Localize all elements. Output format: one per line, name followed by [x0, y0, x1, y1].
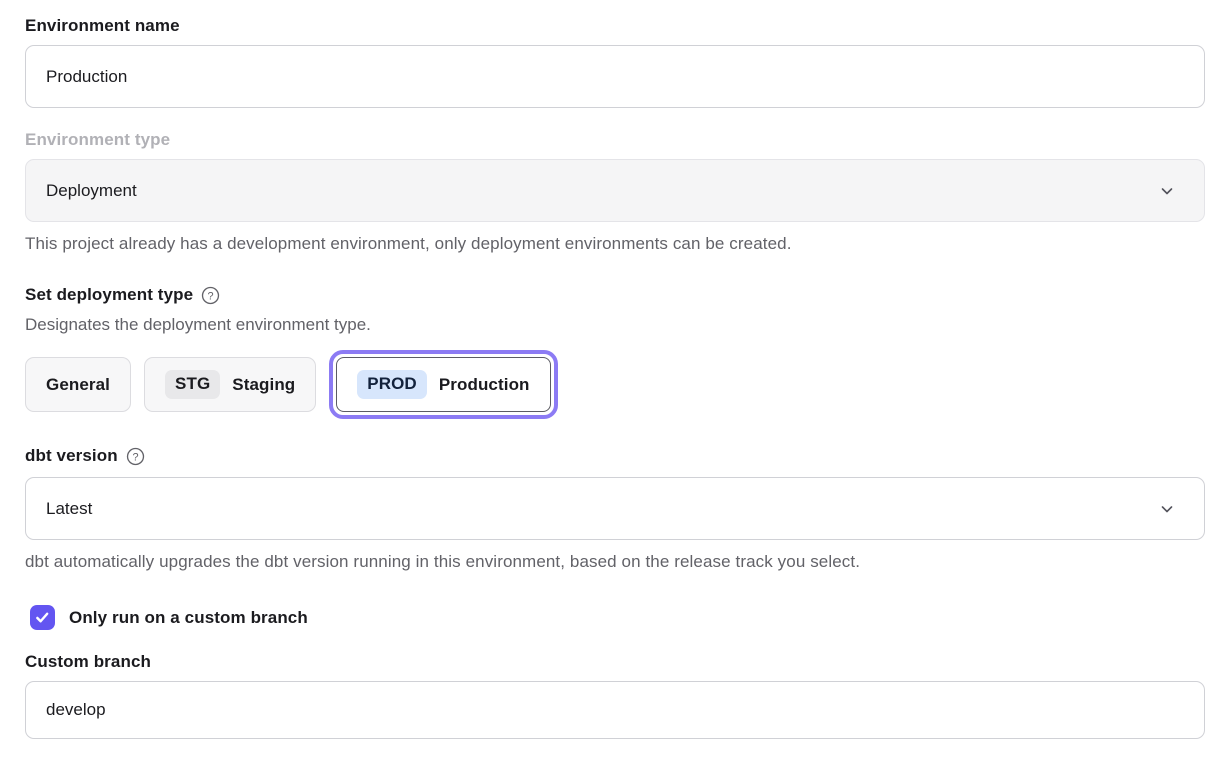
svg-text:?: ? — [208, 290, 214, 302]
environment-type-value: Deployment — [46, 181, 137, 201]
custom-branch-checkbox[interactable] — [30, 605, 55, 630]
chevron-down-icon — [1159, 501, 1175, 517]
chevron-down-icon — [1159, 183, 1175, 199]
dbt-version-label: dbt version — [25, 446, 118, 466]
svg-text:?: ? — [132, 451, 138, 463]
production-badge: PROD — [357, 370, 427, 399]
environment-type-select[interactable]: Deployment — [25, 159, 1205, 222]
custom-branch-checkbox-label: Only run on a custom branch — [69, 608, 308, 628]
dbt-version-select[interactable]: Latest — [25, 477, 1205, 540]
deployment-type-options: General STG Staging PROD Production — [25, 350, 1205, 419]
production-selected-ring: PROD Production — [329, 350, 557, 419]
deployment-type-staging-button[interactable]: STG Staging — [144, 357, 316, 412]
deployment-type-general-button[interactable]: General — [25, 357, 131, 412]
environment-type-helper: This project already has a development e… — [25, 234, 1205, 254]
production-button-label: Production — [439, 375, 530, 395]
general-button-label: General — [46, 375, 110, 395]
help-icon[interactable]: ? — [201, 286, 220, 305]
dbt-version-value: Latest — [46, 499, 92, 519]
staging-button-label: Staging — [232, 375, 295, 395]
dbt-version-helper: dbt automatically upgrades the dbt versi… — [25, 552, 1205, 572]
environment-type-label: Environment type — [25, 130, 1205, 150]
deployment-type-description: Designates the deployment environment ty… — [25, 315, 1205, 335]
custom-branch-input[interactable] — [25, 681, 1205, 739]
staging-badge: STG — [165, 370, 220, 399]
help-icon[interactable]: ? — [126, 447, 145, 466]
environment-name-label: Environment name — [25, 16, 1205, 36]
environment-name-input[interactable] — [25, 45, 1205, 108]
deployment-type-production-button[interactable]: PROD Production — [336, 357, 550, 412]
checkmark-icon — [35, 610, 50, 625]
environment-settings-form: Environment name Environment type Deploy… — [0, 0, 1228, 739]
deployment-type-label: Set deployment type — [25, 285, 193, 305]
custom-branch-label: Custom branch — [25, 652, 1205, 672]
